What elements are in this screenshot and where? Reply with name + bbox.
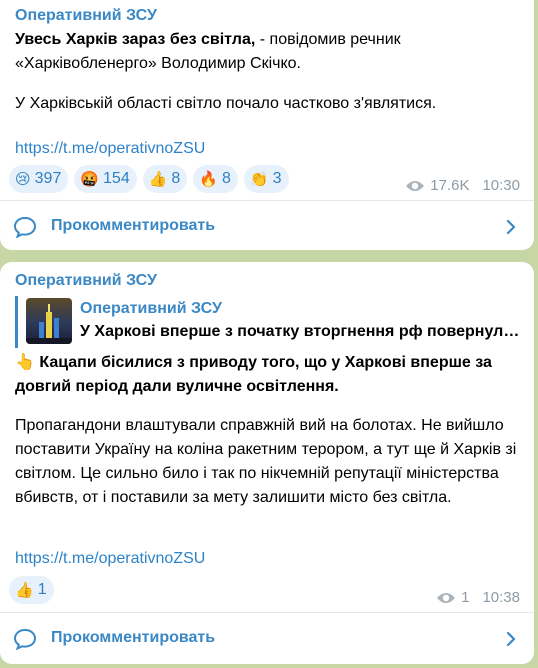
message-meta: 17.6K 10:30 xyxy=(405,177,520,194)
reactions-row: 😢 397 🤬 154 👍 8 🔥 8 👏 3 xyxy=(9,165,289,193)
comment-button[interactable]: Прокомментировать xyxy=(0,612,534,666)
reaction-count: 1 xyxy=(37,581,47,598)
forwarded-quote[interactable]: Оперативний ЗСУ У Харкові вперше з почат… xyxy=(15,296,523,348)
comment-label: Прокомментировать xyxy=(51,629,216,646)
message-post-2: Оперативний ЗСУ Оперативний ЗСУ У Харков… xyxy=(0,262,534,664)
channel-name[interactable]: Оперативний ЗСУ xyxy=(15,7,157,25)
message-text: Увесь Харків зараз без світла, - повідом… xyxy=(15,28,520,76)
thumbs-up-icon: 👍 xyxy=(148,169,168,188)
reaction-cursing[interactable]: 🤬 154 xyxy=(74,165,137,193)
eye-icon xyxy=(437,592,456,603)
fire-icon: 🔥 xyxy=(199,169,219,188)
comment-icon xyxy=(13,216,37,238)
message-paragraph: У Харківській області світло почало част… xyxy=(15,95,437,112)
comment-icon xyxy=(13,628,37,650)
pointing-up-icon: 👆 xyxy=(15,352,35,371)
crying-face-icon: 😢 xyxy=(15,169,31,188)
thumbs-up-icon: 👍 xyxy=(15,580,34,599)
reactions-row: 👍 1 xyxy=(9,576,54,604)
reaction-fire[interactable]: 🔥 8 xyxy=(193,165,238,193)
reaction-crying[interactable]: 😢 397 xyxy=(9,165,69,193)
message-paragraph: Пропагандони влаштували справжній вий на… xyxy=(15,417,517,506)
message-link[interactable]: https://t.me/operativnoZSU xyxy=(15,550,205,568)
reaction-clap[interactable]: 👏 3 xyxy=(243,165,289,193)
message-lead-bold: Увесь Харків зараз без світла, xyxy=(15,31,256,48)
message-time: 10:38 xyxy=(482,589,520,606)
quote-title: Оперативний ЗСУ xyxy=(80,300,222,317)
reaction-count: 8 xyxy=(222,170,231,187)
comment-button[interactable]: Прокомментировать xyxy=(0,200,534,254)
clapping-hands-icon: 👏 xyxy=(249,169,269,188)
message-time: 10:30 xyxy=(482,177,520,194)
views-count: 1 xyxy=(461,589,470,606)
message-link[interactable]: https://t.me/operativnoZSU xyxy=(15,140,205,158)
views-count: 17.6K xyxy=(430,177,470,194)
chevron-right-icon xyxy=(506,219,516,235)
reaction-thumbs-up[interactable]: 👍 1 xyxy=(9,576,54,604)
message-lead-bold: Кацапи бісилися з приводу того, що у Хар… xyxy=(15,354,492,395)
quote-thumbnail xyxy=(26,298,72,344)
cursing-face-icon: 🤬 xyxy=(80,169,100,188)
channel-name[interactable]: Оперативний ЗСУ xyxy=(15,272,157,290)
message-text: 👆 Кацапи бісилися з приводу того, що у Х… xyxy=(15,350,520,399)
chevron-right-icon xyxy=(506,631,516,647)
eye-icon xyxy=(406,180,425,191)
message-meta: 1 10:38 xyxy=(436,589,520,606)
reaction-count: 154 xyxy=(103,170,130,187)
reaction-count: 397 xyxy=(34,170,62,187)
reaction-thumbs-up[interactable]: 👍 8 xyxy=(142,165,188,193)
quote-text: У Харкові вперше з початку вторгнення рф… xyxy=(80,323,520,340)
message-post-1: Оперативний ЗСУ Увесь Харків зараз без с… xyxy=(0,0,534,250)
reaction-count: 3 xyxy=(272,170,282,187)
reaction-count: 8 xyxy=(171,170,181,187)
comment-label: Прокомментировать xyxy=(51,217,216,234)
